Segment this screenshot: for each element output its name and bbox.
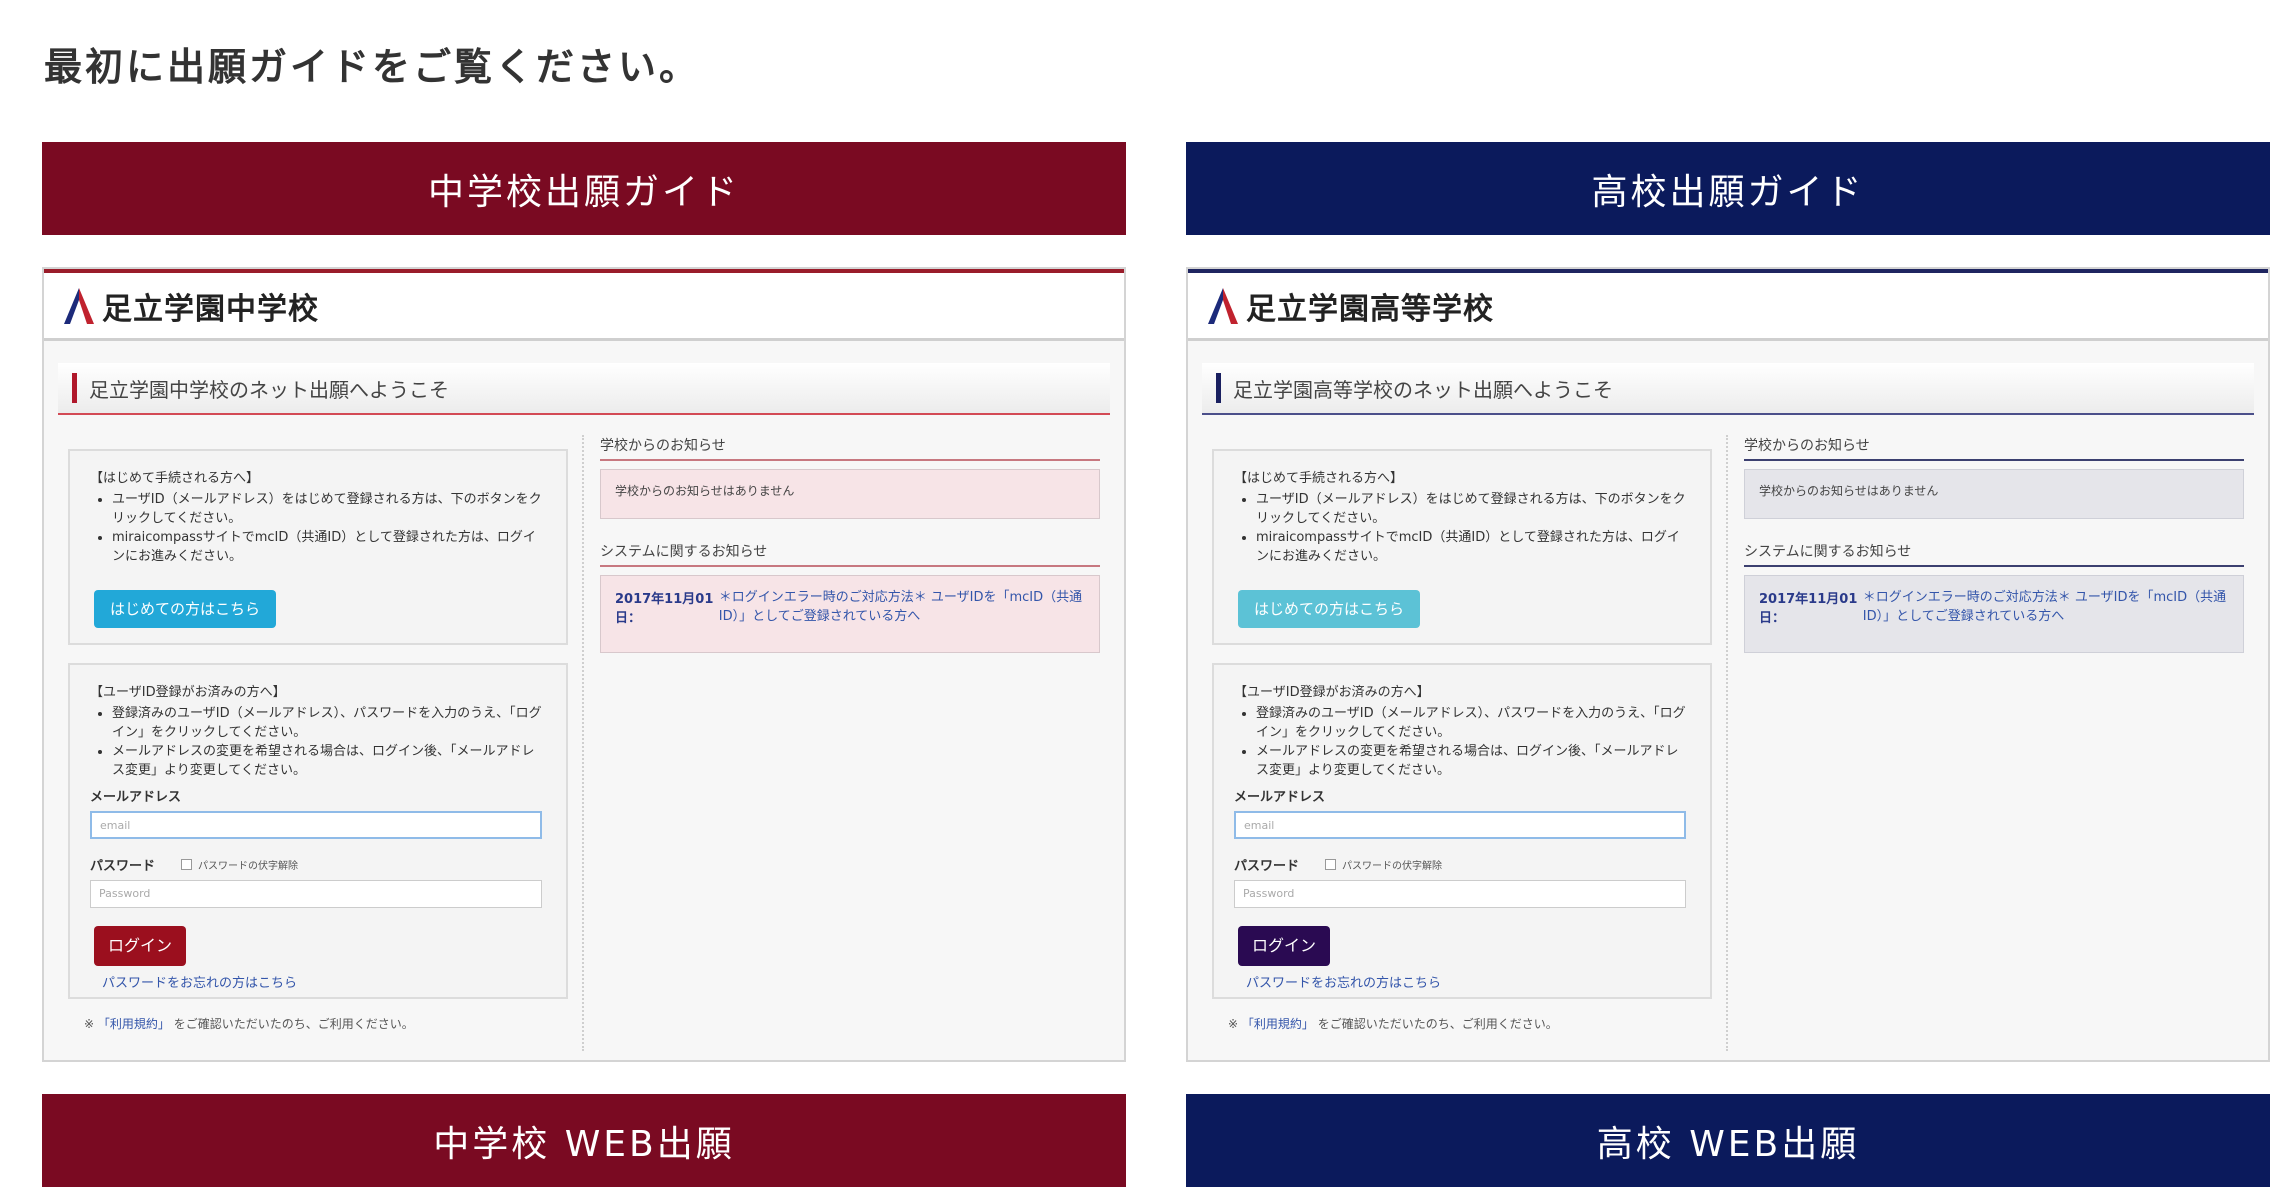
terms-prefix: ※ xyxy=(1228,1017,1239,1031)
first-time-list: ユーザID（メールアドレス）をはじめて登録される方は、下のボタンをクリックしてく… xyxy=(112,490,546,566)
password-row: パスワード パスワードの伏字解除 xyxy=(90,855,546,874)
school-name: 足立学園中学校 xyxy=(102,291,319,327)
registered-user-box: 【ユーザID登録がお済みの方へ】 登録済みのユーザID（メールアドレス）、パスワ… xyxy=(68,663,568,999)
password-field[interactable]: Password xyxy=(1234,880,1686,908)
first-time-button[interactable]: はじめての方はこちら xyxy=(1238,590,1421,628)
login-button[interactable]: ログイン xyxy=(1238,926,1331,966)
list-item: メールアドレスの変更を希望される場合は、ログイン後、「メールアドレス変更」より変… xyxy=(1256,742,1690,780)
intro-text: 最初に出願ガイドをご覧ください。 xyxy=(44,45,701,89)
first-time-box: 【はじめて手続される方へ】 ユーザID（メールアドレス）をはじめて登録される方は… xyxy=(68,449,568,645)
first-time-title: 【はじめて手続される方へ】 xyxy=(1234,471,1404,486)
first-time-button[interactable]: はじめての方はこちら xyxy=(94,590,277,628)
password-reveal-label: パスワードの伏字解除 xyxy=(1342,861,1443,872)
registered-list: 登録済みのユーザID（メールアドレス）、パスワードを入力のうえ、「ログイン」をク… xyxy=(112,704,546,780)
system-news-link[interactable]: ＊ログインエラー時のご対応方法＊ ユーザIDを「mcID（共通ID）」としてご登… xyxy=(719,588,1085,640)
list-item: miraicompassサイトでmcID（共通ID）として登録された方は、ログイ… xyxy=(1256,528,1690,566)
list-item: miraicompassサイトでmcID（共通ID）として登録された方は、ログイ… xyxy=(112,528,546,566)
system-news-title: システムに関するお知らせ xyxy=(1744,541,2244,567)
registered-title: 【ユーザID登録がお済みの方へ】 xyxy=(1234,685,1430,700)
page: 最初に出願ガイドをご覧ください。 中学校出願ガイド 足立学園中学校 足立学園中学… xyxy=(0,0,2289,1204)
terms-suffix: をご確認いただいたのち、ご利用ください。 xyxy=(1317,1017,1558,1031)
junior-high-column: 中学校出願ガイド 足立学園中学校 足立学園中学校のネット出願へようこそ 【はじめ… xyxy=(42,142,1126,1187)
password-label: パスワード xyxy=(1234,859,1300,874)
system-news-date: 2017年11月01日： xyxy=(615,592,714,626)
school-news-box: 学校からのお知らせはありません xyxy=(600,469,1100,519)
password-reveal-checkbox[interactable] xyxy=(1325,859,1337,870)
terms-suffix: をご確認いただいたのち、ご利用ください。 xyxy=(173,1017,414,1031)
welcome-banner: 足立学園高等学校のネット出願へようこそ xyxy=(1202,363,2254,415)
password-reveal-checkbox[interactable] xyxy=(181,859,193,870)
school-news-title: 学校からのお知らせ xyxy=(1744,435,2244,461)
registered-title: 【ユーザID登録がお済みの方へ】 xyxy=(90,685,286,700)
high-school-guide-button[interactable]: 高校出願ガイド xyxy=(1186,142,2270,235)
screenshot-header: 足立学園中学校 xyxy=(44,273,1124,341)
first-time-title: 【はじめて手続される方へ】 xyxy=(90,471,260,486)
system-news-link[interactable]: ＊ログインエラー時のご対応方法＊ ユーザIDを「mcID（共通ID）」としてご登… xyxy=(1863,588,2229,640)
system-news-title: システムに関するお知らせ xyxy=(600,541,1100,567)
list-item: 登録済みのユーザID（メールアドレス）、パスワードを入力のうえ、「ログイン」をク… xyxy=(112,704,546,742)
email-label: メールアドレス xyxy=(90,790,182,805)
email-label: メールアドレス xyxy=(1234,790,1326,805)
system-news-box: 2017年11月01日： ＊ログインエラー時のご対応方法＊ ユーザIDを「mcI… xyxy=(1744,575,2244,653)
news-pane: 学校からのお知らせ 学校からのお知らせはありません システムに関するお知らせ 2… xyxy=(1744,435,2244,653)
first-time-box: 【はじめて手続される方へ】 ユーザID（メールアドレス）をはじめて登録される方は… xyxy=(1212,449,1712,645)
list-item: ユーザID（メールアドレス）をはじめて登録される方は、下のボタンをクリックしてく… xyxy=(1256,490,1690,528)
welcome-text: 足立学園高等学校のネット出願へようこそ xyxy=(1233,377,1613,402)
first-time-list: ユーザID（メールアドレス）をはじめて登録される方は、下のボタンをクリックしてく… xyxy=(1256,490,1690,566)
login-pane: 【はじめて手続される方へ】 ユーザID（メールアドレス）をはじめて登録される方は… xyxy=(68,449,568,999)
list-item: ユーザID（メールアドレス）をはじめて登録される方は、下のボタンをクリックしてく… xyxy=(112,490,546,528)
high-school-web-apply-button[interactable]: 高校 WEB出願 xyxy=(1186,1094,2270,1187)
junior-high-guide-button[interactable]: 中学校出願ガイド xyxy=(42,142,1126,235)
forgot-password-link[interactable]: パスワードをお忘れの方はこちら xyxy=(1246,972,1690,991)
welcome-text: 足立学園中学校のネット出願へようこそ xyxy=(89,377,449,402)
login-pane: 【はじめて手続される方へ】 ユーザID（メールアドレス）をはじめて登録される方は… xyxy=(1212,449,1712,999)
adachi-a-logo-icon xyxy=(64,287,94,324)
list-item: 登録済みのユーザID（メールアドレス）、パスワードを入力のうえ、「ログイン」をク… xyxy=(1256,704,1690,742)
welcome-banner: 足立学園中学校のネット出願へようこそ xyxy=(58,363,1110,415)
terms-prefix: ※ xyxy=(84,1017,95,1031)
terms-note: ※ 「利用規約」 をご確認いただいたのち、ご利用ください。 xyxy=(84,1015,414,1032)
list-item: メールアドレスの変更を希望される場合は、ログイン後、「メールアドレス変更」より変… xyxy=(112,742,546,780)
school-news-box: 学校からのお知らせはありません xyxy=(1744,469,2244,519)
registered-user-box: 【ユーザID登録がお済みの方へ】 登録済みのユーザID（メールアドレス）、パスワ… xyxy=(1212,663,1712,999)
registered-list: 登録済みのユーザID（メールアドレス）、パスワードを入力のうえ、「ログイン」をク… xyxy=(1256,704,1690,780)
system-news-box: 2017年11月01日： ＊ログインエラー時のご対応方法＊ ユーザIDを「mcI… xyxy=(600,575,1100,653)
junior-high-web-apply-button[interactable]: 中学校 WEB出願 xyxy=(42,1094,1126,1187)
high-school-column: 高校出願ガイド 足立学園高等学校 足立学園高等学校のネット出願へようこそ 【はじ… xyxy=(1186,142,2270,1187)
terms-link[interactable]: 「利用規約」 xyxy=(1242,1017,1314,1031)
email-field[interactable]: email xyxy=(90,811,542,839)
welcome-accent-bar xyxy=(72,373,77,403)
password-row: パスワード パスワードの伏字解除 xyxy=(1234,855,1690,874)
welcome-accent-bar xyxy=(1216,373,1221,403)
forgot-password-link[interactable]: パスワードをお忘れの方はこちら xyxy=(102,972,546,991)
login-button[interactable]: ログイン xyxy=(94,926,187,966)
terms-link[interactable]: 「利用規約」 xyxy=(98,1017,170,1031)
pane-divider xyxy=(1726,435,1728,1051)
terms-note: ※ 「利用規約」 をご確認いただいたのち、ご利用ください。 xyxy=(1228,1015,1558,1032)
password-field[interactable]: Password xyxy=(90,880,542,908)
screenshot-header: 足立学園高等学校 xyxy=(1188,273,2268,341)
news-pane: 学校からのお知らせ 学校からのお知らせはありません システムに関するお知らせ 2… xyxy=(600,435,1100,653)
password-reveal-label: パスワードの伏字解除 xyxy=(198,861,299,872)
adachi-a-logo-icon xyxy=(1208,287,1238,324)
school-news-title: 学校からのお知らせ xyxy=(600,435,1100,461)
high-school-login-screenshot[interactable]: 足立学園高等学校 足立学園高等学校のネット出願へようこそ 【はじめて手続される方… xyxy=(1186,267,2270,1062)
pane-divider xyxy=(582,435,584,1051)
system-news-date: 2017年11月01日： xyxy=(1759,592,1858,626)
school-name: 足立学園高等学校 xyxy=(1246,291,1494,327)
junior-high-login-screenshot[interactable]: 足立学園中学校 足立学園中学校のネット出願へようこそ 【はじめて手続される方へ】… xyxy=(42,267,1126,1062)
email-field[interactable]: email xyxy=(1234,811,1686,839)
password-label: パスワード xyxy=(90,859,156,874)
